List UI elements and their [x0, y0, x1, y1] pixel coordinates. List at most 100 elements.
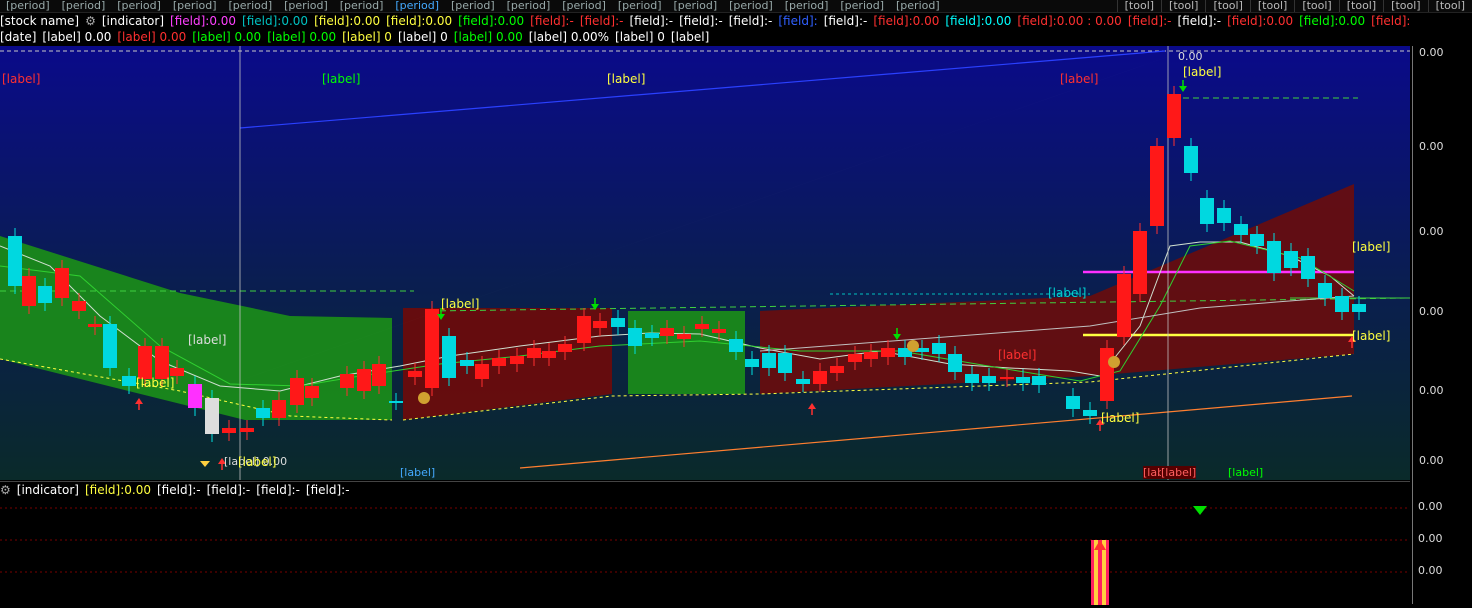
candle-body	[425, 309, 439, 388]
candle-body	[1016, 377, 1030, 383]
tomorrow-label: [label]	[1352, 240, 1391, 254]
quote-field: [date]	[0, 29, 37, 44]
tab-14[interactable]: [period]	[779, 0, 835, 12]
quote-field: [label] 0	[342, 29, 392, 44]
sub-indicator-field: [field]:-	[156, 483, 201, 497]
candle-body	[1352, 304, 1366, 312]
tab-1[interactable]: [period]	[56, 0, 112, 12]
candle-body	[155, 346, 169, 379]
candle-body	[542, 351, 556, 358]
candle-body	[593, 321, 607, 328]
tool-button-2[interactable]: [tool]	[1205, 0, 1249, 12]
build-label: [label]	[238, 455, 277, 469]
indicator-field: [field]:-	[823, 14, 868, 28]
candle-body	[460, 360, 474, 366]
indicator-field: [field]:0.00	[170, 14, 237, 28]
candle-body	[22, 276, 36, 306]
price-tick: 0.00	[1419, 384, 1444, 397]
indicator-field: [field]:0.00	[1299, 14, 1366, 28]
tool-button-3[interactable]: [tool]	[1249, 0, 1294, 12]
candle-body	[558, 344, 572, 352]
tab-9[interactable]: [period]	[501, 0, 557, 12]
down-count-label: [label]	[322, 72, 361, 86]
quote-field: [label] 0.00	[117, 29, 187, 44]
tool-button-6[interactable]: [tool]	[1383, 0, 1427, 12]
candle-body	[290, 378, 304, 405]
tab-7[interactable]: [period]	[389, 0, 445, 12]
indicator-field: [field]:-	[679, 14, 723, 28]
money-bag-icon	[418, 392, 430, 404]
tool-button-0[interactable]: [tool]	[1116, 0, 1161, 12]
candle-body	[965, 374, 979, 383]
indicator-name[interactable]: [indicator]	[102, 14, 164, 28]
candle-body	[1318, 283, 1332, 298]
tab-11[interactable]: [period]	[612, 0, 668, 12]
candle-body	[240, 428, 254, 432]
tool-button-4[interactable]: [tool]	[1294, 0, 1338, 12]
quote-field: [label] 0.00	[267, 29, 337, 44]
candle-body	[1234, 224, 1248, 235]
candle-body	[1184, 146, 1198, 173]
sub-indicator-panel[interactable]	[0, 481, 1410, 605]
top-list-marker: [label]	[1161, 466, 1197, 479]
tab-13[interactable]: [period]	[723, 0, 779, 12]
sub-indicator-chart	[0, 506, 1410, 605]
candle-body	[712, 329, 726, 333]
tab-5[interactable]: [period]	[278, 0, 334, 12]
price-tick: 0.00	[1419, 46, 1444, 59]
tab-8[interactable]: [period]	[445, 0, 501, 12]
candle-body	[492, 358, 506, 366]
indicator-field: [field]:-	[530, 14, 574, 28]
candle-body	[660, 328, 674, 336]
money-bag-icon	[1108, 356, 1120, 368]
candlestick-chart[interactable]	[0, 46, 1410, 480]
candle-body	[1250, 234, 1264, 246]
reduce-marker: [label]	[1228, 466, 1264, 479]
candle-body	[848, 354, 862, 362]
price-tick: 0.00	[1419, 454, 1444, 467]
quote-line: [date] [label] 0.00 [label] 0.00 [label] 0.…	[0, 29, 1472, 44]
candle-body	[372, 364, 386, 386]
tab-6[interactable]: [period]	[334, 0, 390, 12]
tool-buttons: [tool] [tool] [tool] [tool] [tool] [tool] [too…	[1116, 0, 1472, 12]
tab-0[interactable]: [period]	[0, 0, 56, 12]
tool-button-1[interactable]: [tool]	[1161, 0, 1205, 12]
candle-body	[1133, 231, 1147, 294]
indicator-header: [stock name] ⚙ [indicator] [field]:0.00[…	[0, 13, 1472, 29]
candle-body	[205, 398, 219, 434]
candle-body	[510, 356, 524, 364]
candle-body	[1032, 376, 1046, 385]
sub-indicator-name[interactable]: [indicator]	[17, 483, 79, 497]
tab-12[interactable]: [period]	[668, 0, 724, 12]
candle-body	[628, 328, 642, 346]
candle-body	[122, 376, 136, 386]
settings-icon[interactable]: ⚙	[85, 14, 96, 28]
candle-body	[1167, 94, 1181, 138]
tool-button-5[interactable]: [tool]	[1338, 0, 1383, 12]
sub-indicator-field: [field]:-	[206, 483, 251, 497]
tab-10[interactable]: [period]	[556, 0, 612, 12]
tab-16[interactable]: [period]	[890, 0, 946, 12]
tab-3[interactable]: [period]	[167, 0, 223, 12]
sub-panel-header: ⚙ [indicator] [field]:0.00 [field]:- [fiel…	[0, 483, 356, 497]
tool-button-7[interactable]: [tool]	[1427, 0, 1472, 12]
candle-body	[948, 354, 962, 372]
price-tick: 0.00	[1419, 305, 1444, 318]
sub-axis: 0.00 0.00 0.00	[1412, 481, 1472, 604]
candle-body	[256, 408, 270, 418]
bottom-label: [label]	[1352, 329, 1391, 343]
sub-axis-tick: 0.00	[1418, 564, 1443, 577]
indicator-field: [field]:-	[728, 14, 773, 28]
tab-4[interactable]: [period]	[223, 0, 279, 12]
tab-2[interactable]: [period]	[111, 0, 167, 12]
sub-axis-tick: 0.00	[1418, 532, 1443, 545]
tab-15[interactable]: [period]	[834, 0, 890, 12]
add-position-label: [label]	[1060, 72, 1099, 86]
quote-field: [label]	[670, 29, 710, 44]
settings-icon[interactable]: ⚙	[0, 483, 11, 497]
sub-indicator-field: [field]:0.00	[84, 483, 151, 497]
quote-field: [label] 0.00	[453, 29, 523, 44]
quote-field: [label] 0.00	[42, 29, 112, 44]
bottom-label: [label]	[1101, 411, 1140, 425]
trend-zone	[628, 311, 745, 394]
